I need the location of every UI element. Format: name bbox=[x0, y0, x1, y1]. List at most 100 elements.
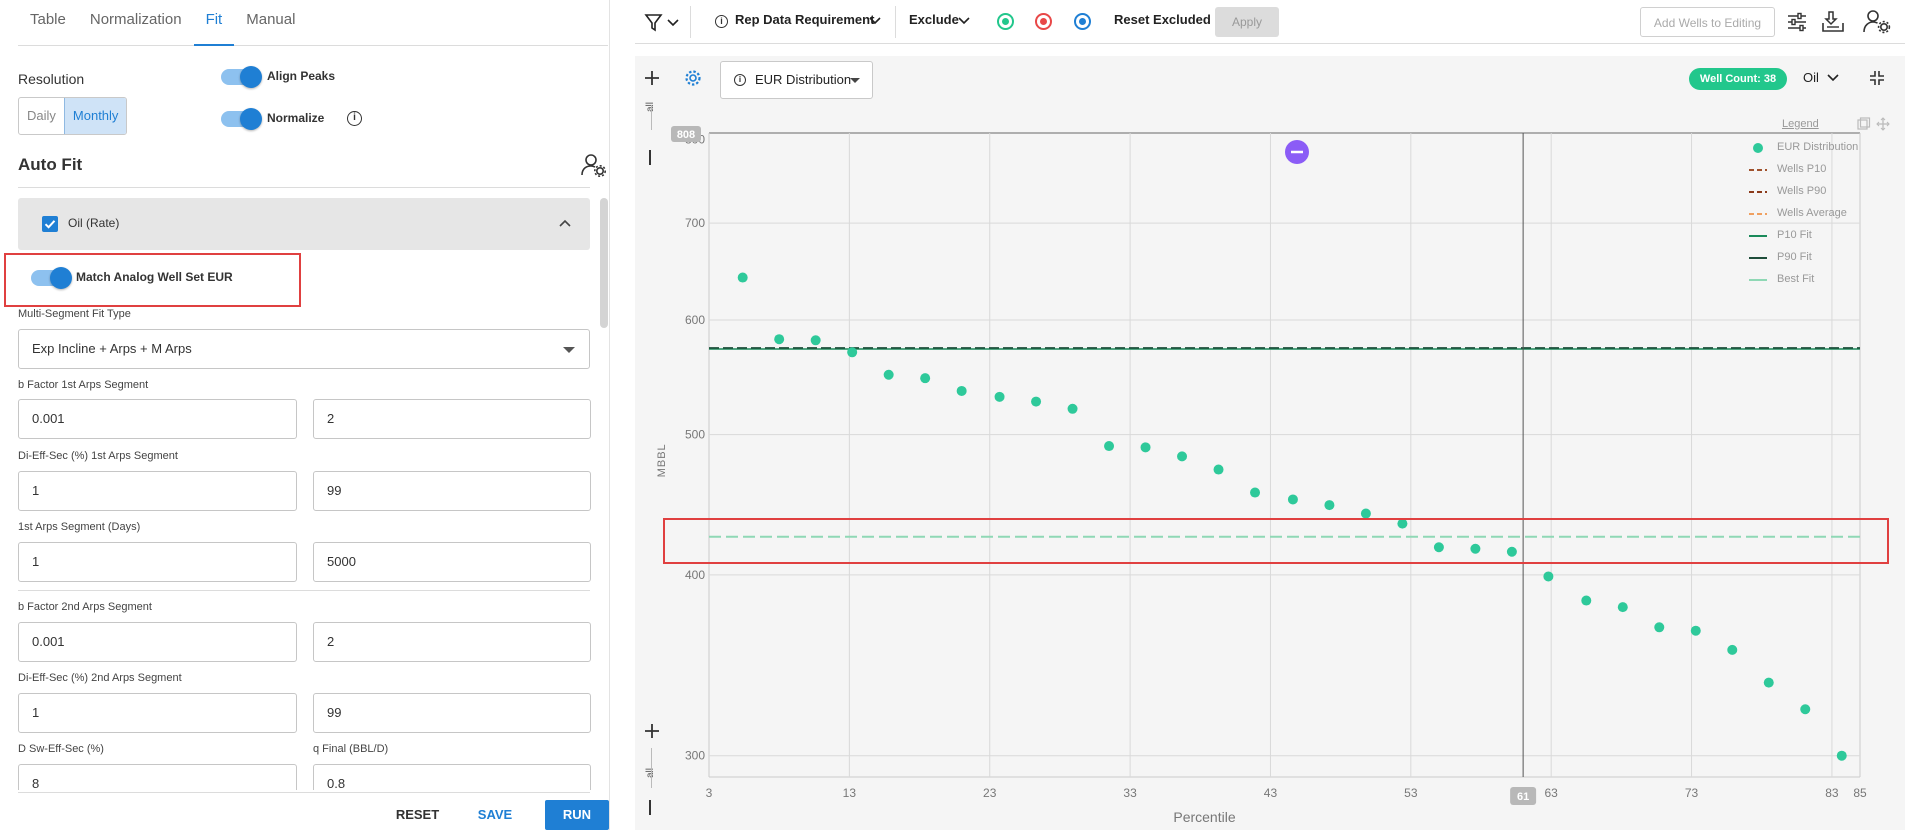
user-settings-icon[interactable] bbox=[581, 153, 607, 177]
legend-swatch bbox=[1749, 235, 1767, 237]
legend-item[interactable]: Wells P10 bbox=[1747, 162, 1897, 178]
b-factor-2-label: b Factor 2nd Arps Segment bbox=[18, 601, 152, 613]
legend-swatch bbox=[1749, 279, 1767, 281]
oil-rate-checkbox[interactable] bbox=[42, 216, 58, 232]
legend-item[interactable]: Wells Average bbox=[1747, 206, 1897, 222]
x-tick-label: 83 bbox=[1825, 786, 1839, 800]
legend-item[interactable]: P90 Fit bbox=[1747, 250, 1897, 266]
data-point[interactable] bbox=[1543, 571, 1554, 582]
data-point[interactable] bbox=[883, 369, 894, 380]
info-icon[interactable]: i bbox=[347, 111, 362, 126]
reset-button[interactable]: RESET bbox=[385, 800, 450, 830]
di-eff-1-label: Di-Eff-Sec (%) 1st Arps Segment bbox=[18, 450, 178, 462]
fit-type-value: Exp Incline + Arps + M Arps bbox=[32, 341, 192, 356]
b-factor-1-max-input[interactable]: 2 bbox=[313, 399, 591, 439]
di-eff-1-max-input[interactable]: 99 bbox=[313, 471, 591, 511]
resolution-label: Resolution bbox=[18, 71, 85, 87]
data-point[interactable] bbox=[1800, 704, 1811, 715]
match-analog-eur-toggle[interactable] bbox=[31, 267, 72, 289]
normalize-toggle[interactable] bbox=[221, 108, 262, 130]
di-eff-2-min-input[interactable]: 1 bbox=[18, 693, 297, 733]
di-eff-1-min-input[interactable]: 1 bbox=[18, 471, 297, 511]
cursor-x-label: 61 bbox=[1517, 791, 1529, 803]
q-final-label: q Final (BBL/D) bbox=[313, 743, 389, 755]
data-point[interactable] bbox=[1177, 451, 1188, 462]
data-point[interactable] bbox=[1287, 494, 1298, 505]
tab-normalization[interactable]: Normalization bbox=[78, 0, 194, 46]
data-point[interactable] bbox=[956, 385, 967, 396]
legend: Legend EUR Distribution Wells P10 Wells P9… bbox=[1737, 112, 1899, 302]
legend-item[interactable]: Best Fit bbox=[1747, 272, 1897, 288]
align-peaks-toggle[interactable] bbox=[221, 66, 262, 88]
x-tick-label: 85 bbox=[1853, 786, 1867, 800]
tab-manual[interactable]: Manual bbox=[234, 0, 307, 46]
oil-rate-section-header[interactable]: Oil (Rate) bbox=[18, 198, 590, 250]
fit-type-select[interactable]: Exp Incline + Arps + M Arps bbox=[18, 329, 590, 369]
data-point[interactable] bbox=[1067, 403, 1078, 414]
data-point[interactable] bbox=[1727, 644, 1738, 655]
data-point[interactable] bbox=[1031, 396, 1042, 407]
data-point[interactable] bbox=[1617, 602, 1628, 613]
tab-table[interactable]: Table bbox=[18, 0, 78, 46]
fit-type-label: Multi-Segment Fit Type bbox=[18, 308, 131, 320]
data-point[interactable] bbox=[920, 373, 931, 384]
legend-window-icons[interactable] bbox=[1856, 117, 1896, 131]
data-point[interactable] bbox=[1324, 500, 1335, 511]
chart-grid bbox=[708, 132, 1861, 778]
run-button[interactable]: RUN bbox=[545, 800, 609, 830]
chevron-up-icon[interactable] bbox=[558, 217, 572, 229]
resolution-daily[interactable]: Daily bbox=[19, 98, 64, 134]
legend-item[interactable]: P10 Fit bbox=[1747, 228, 1897, 244]
normalize-label: Normalize bbox=[267, 111, 325, 125]
highlight-box-best-fit bbox=[663, 518, 1889, 564]
data-point[interactable] bbox=[1213, 464, 1224, 475]
arps-1-days-min-input[interactable]: 1 bbox=[18, 542, 297, 582]
b-factor-2-max-input[interactable]: 2 bbox=[313, 622, 591, 662]
data-point[interactable] bbox=[847, 347, 858, 358]
b-factor-2-min-input[interactable]: 0.001 bbox=[18, 622, 297, 662]
b-factor-1-label: b Factor 1st Arps Segment bbox=[18, 379, 149, 391]
legend-item[interactable]: Wells P90 bbox=[1747, 184, 1897, 200]
legend-label: Best Fit bbox=[1777, 273, 1815, 285]
data-points[interactable] bbox=[737, 272, 1847, 761]
d-sw-input[interactable]: 8 bbox=[18, 764, 297, 790]
data-point[interactable] bbox=[1140, 442, 1151, 453]
data-point[interactable] bbox=[1690, 625, 1701, 636]
arps-1-days-max-input[interactable]: 5000 bbox=[313, 542, 591, 582]
legend-label: Wells Average bbox=[1777, 207, 1847, 219]
legend-swatch bbox=[1749, 169, 1767, 171]
panel-scrollbar[interactable] bbox=[600, 198, 608, 328]
data-point[interactable] bbox=[774, 334, 785, 345]
x-tick-label: 3 bbox=[706, 786, 713, 800]
resolution-monthly[interactable]: Monthly bbox=[63, 98, 127, 134]
axis-ticks: 3132333435363738385300400500600700800Per… bbox=[656, 132, 1867, 825]
resolution-toggle: Daily Monthly bbox=[18, 97, 128, 135]
fit-lines bbox=[709, 347, 1860, 538]
data-point[interactable] bbox=[1104, 441, 1115, 452]
di-eff-2-max-input[interactable]: 99 bbox=[313, 693, 591, 733]
q-final-input[interactable]: 0.8 bbox=[313, 764, 591, 790]
chart-overlay: 61 808 bbox=[671, 126, 1537, 805]
eur-distribution-chart[interactable]: 3132333435363738385300400500600700800Per… bbox=[635, 0, 1907, 830]
legend-label: Wells P10 bbox=[1777, 163, 1827, 175]
x-tick-label: 23 bbox=[983, 786, 997, 800]
data-point[interactable] bbox=[737, 272, 748, 283]
save-button[interactable]: SAVE bbox=[465, 800, 525, 830]
data-point[interactable] bbox=[1250, 487, 1261, 498]
legend-item[interactable]: EUR Distribution bbox=[1747, 140, 1897, 156]
clipped-row: 8 0.8 bbox=[0, 764, 608, 790]
y-tick-label: 300 bbox=[685, 749, 705, 763]
y-tick-label: 700 bbox=[685, 216, 705, 230]
data-point[interactable] bbox=[1836, 750, 1847, 761]
y-tick-label: 400 bbox=[685, 568, 705, 582]
tab-fit[interactable]: Fit bbox=[193, 0, 235, 46]
data-point[interactable] bbox=[994, 391, 1005, 402]
legend-label: P90 Fit bbox=[1777, 251, 1812, 263]
auto-fit-title: Auto Fit bbox=[18, 155, 83, 174]
data-point[interactable] bbox=[1763, 677, 1774, 688]
b-factor-1-min-input[interactable]: 0.001 bbox=[18, 399, 297, 439]
data-point[interactable] bbox=[810, 335, 821, 346]
legend-swatch bbox=[1749, 213, 1767, 215]
data-point[interactable] bbox=[1581, 595, 1592, 606]
data-point[interactable] bbox=[1654, 622, 1665, 633]
